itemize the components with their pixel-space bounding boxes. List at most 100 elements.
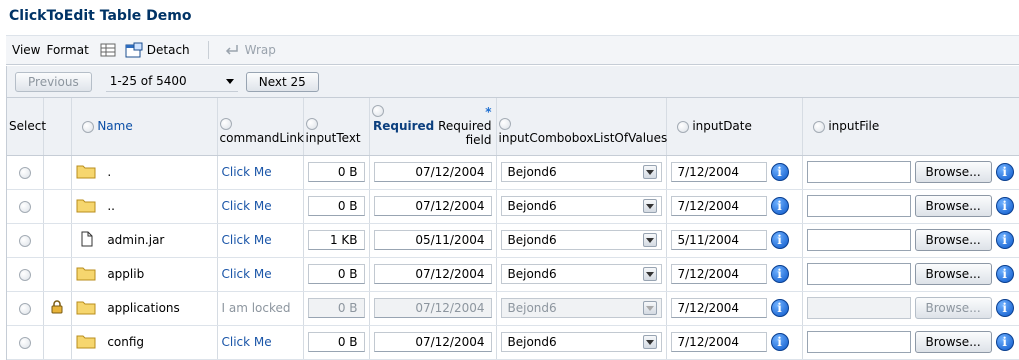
row-select-radio[interactable] [18, 336, 31, 349]
info-icon[interactable]: i [995, 163, 1014, 181]
dropdown-button[interactable] [642, 267, 657, 281]
dropdown-button[interactable] [642, 335, 657, 349]
date-field[interactable]: 7/12/2004 [670, 264, 767, 284]
date-input[interactable]: 07/12/2004 [373, 162, 492, 182]
combobox-cell[interactable]: Bejond6 [496, 223, 667, 258]
info-icon[interactable]: i [995, 265, 1014, 283]
inputdate-cell[interactable]: 7/12/2004 i [666, 155, 803, 190]
select-cell[interactable] [7, 291, 44, 326]
click-me-link[interactable]: Click Me [222, 233, 272, 247]
combobox-field[interactable]: Bejond6 [500, 332, 662, 352]
required-cell[interactable]: 05/11/2004 [369, 223, 497, 258]
file-path-input[interactable] [806, 331, 911, 353]
required-cell[interactable]: 07/12/2004 [369, 257, 497, 292]
col-inputfile[interactable]: inputFile [802, 98, 1019, 156]
size-input[interactable]: 0 B [307, 196, 365, 216]
size-input[interactable]: 1 KB [307, 230, 365, 250]
sort-radio[interactable] [676, 120, 689, 133]
combobox-cell[interactable]: Bejond6 [496, 257, 667, 292]
info-icon[interactable]: i [995, 231, 1014, 249]
sort-radio[interactable] [371, 105, 384, 118]
size-input[interactable]: 0 B [307, 264, 365, 284]
info-icon[interactable]: i [770, 333, 789, 351]
format-menu[interactable]: Format [46, 43, 88, 57]
combobox-field[interactable]: Bejond6 [500, 230, 662, 250]
sort-radio[interactable] [305, 118, 318, 130]
select-cell[interactable] [7, 155, 44, 190]
inputfile-cell[interactable]: Browse... i [802, 257, 1019, 292]
inputfile-cell[interactable]: Browse... i [802, 223, 1019, 258]
combobox-cell[interactable]: Bejond6 [496, 189, 667, 224]
browse-button[interactable]: Browse... [914, 229, 992, 251]
size-input[interactable]: 0 B [307, 332, 365, 352]
next-button[interactable]: Next 25 [245, 71, 319, 92]
select-cell[interactable] [7, 189, 44, 224]
required-cell[interactable]: 07/12/2004 [369, 189, 497, 224]
col-name[interactable]: Name [71, 98, 218, 156]
name-header[interactable]: Name [97, 119, 132, 133]
sort-radio[interactable] [81, 120, 94, 133]
table-row[interactable]: applib Click Me 0 B 07/12/2004 Bejond6 7… [7, 257, 1019, 292]
inputtext-cell[interactable]: 0 B [303, 155, 370, 190]
info-icon[interactable]: i [995, 333, 1014, 351]
click-me-link[interactable]: Click Me [222, 165, 272, 179]
inputtext-cell[interactable]: 1 KB [303, 223, 370, 258]
table-row[interactable]: applications I am locked 0 B 07/12/2004 … [7, 291, 1019, 326]
view-menu[interactable]: View [12, 43, 40, 57]
browse-button[interactable]: Browse... [914, 195, 992, 217]
info-icon[interactable]: i [995, 299, 1014, 317]
combobox-cell[interactable]: Bejond6 [496, 325, 667, 360]
file-path-input[interactable] [806, 263, 911, 285]
inputfile-cell[interactable]: Browse... i [802, 155, 1019, 190]
inputfile-cell[interactable]: Browse... i [802, 325, 1019, 360]
browse-button[interactable]: Browse... [914, 331, 992, 353]
date-field[interactable]: 7/12/2004 [670, 196, 767, 216]
table-row[interactable]: config Click Me 0 B 07/12/2004 Bejond6 7… [7, 325, 1019, 360]
date-field[interactable]: 7/12/2004 [670, 162, 767, 182]
commandlink-cell[interactable]: Click Me [217, 223, 304, 258]
commandlink-cell[interactable]: Click Me [217, 189, 304, 224]
combobox-field[interactable]: Bejond6 [500, 162, 662, 182]
date-input[interactable]: 07/12/2004 [373, 332, 492, 352]
detach-button[interactable]: Detach [121, 41, 190, 59]
inputtext-cell[interactable]: 0 B [303, 325, 370, 360]
inputdate-cell[interactable]: 7/12/2004 i [666, 257, 803, 292]
file-path-input[interactable] [806, 195, 911, 217]
previous-button[interactable]: Previous [15, 71, 92, 92]
sort-radio[interactable] [498, 118, 511, 130]
date-field[interactable]: 5/11/2004 [670, 230, 767, 250]
inputdate-cell[interactable]: 7/12/2004 i [666, 189, 803, 224]
click-me-link[interactable]: Click Me [222, 199, 272, 213]
inputdate-cell[interactable]: 5/11/2004 i [666, 223, 803, 258]
info-icon[interactable]: i [770, 197, 789, 215]
info-icon[interactable]: i [995, 197, 1014, 215]
table-row[interactable]: admin.jar Click Me 1 KB 05/11/2004 Bejon… [7, 223, 1019, 258]
commandlink-cell[interactable]: Click Me [217, 257, 304, 292]
click-me-link[interactable]: Click Me [222, 267, 272, 281]
col-required[interactable]: * Required Required field [369, 98, 497, 156]
select-cell[interactable] [7, 257, 44, 292]
dropdown-button[interactable] [642, 233, 657, 247]
col-inputtext[interactable]: inputText [303, 98, 370, 156]
row-select-radio[interactable] [18, 200, 31, 213]
freeze-columns-icon[interactable] [99, 41, 117, 59]
browse-button[interactable]: Browse... [914, 161, 992, 183]
col-combobox[interactable]: inputComboboxListOfValues [496, 98, 667, 156]
info-icon[interactable]: i [770, 231, 789, 249]
size-input[interactable]: 0 B [307, 162, 365, 182]
row-select-radio[interactable] [18, 166, 31, 179]
col-inputdate[interactable]: inputDate [666, 98, 803, 156]
browse-button[interactable]: Browse... [914, 263, 992, 285]
inputdate-cell[interactable]: 7/12/2004 i [666, 325, 803, 360]
file-path-input[interactable] [806, 229, 911, 251]
file-path-input[interactable] [806, 161, 911, 183]
row-select-radio[interactable] [18, 234, 31, 247]
required-cell[interactable]: 07/12/2004 [369, 325, 497, 360]
row-select-radio[interactable] [18, 268, 31, 281]
date-field[interactable]: 7/12/2004 [670, 332, 767, 352]
wrap-button[interactable]: Wrap [219, 41, 276, 59]
commandlink-cell[interactable]: Click Me [217, 155, 304, 190]
dropdown-button[interactable] [642, 199, 657, 213]
date-input[interactable]: 05/11/2004 [373, 230, 492, 250]
inputtext-cell[interactable]: 0 B [303, 189, 370, 224]
